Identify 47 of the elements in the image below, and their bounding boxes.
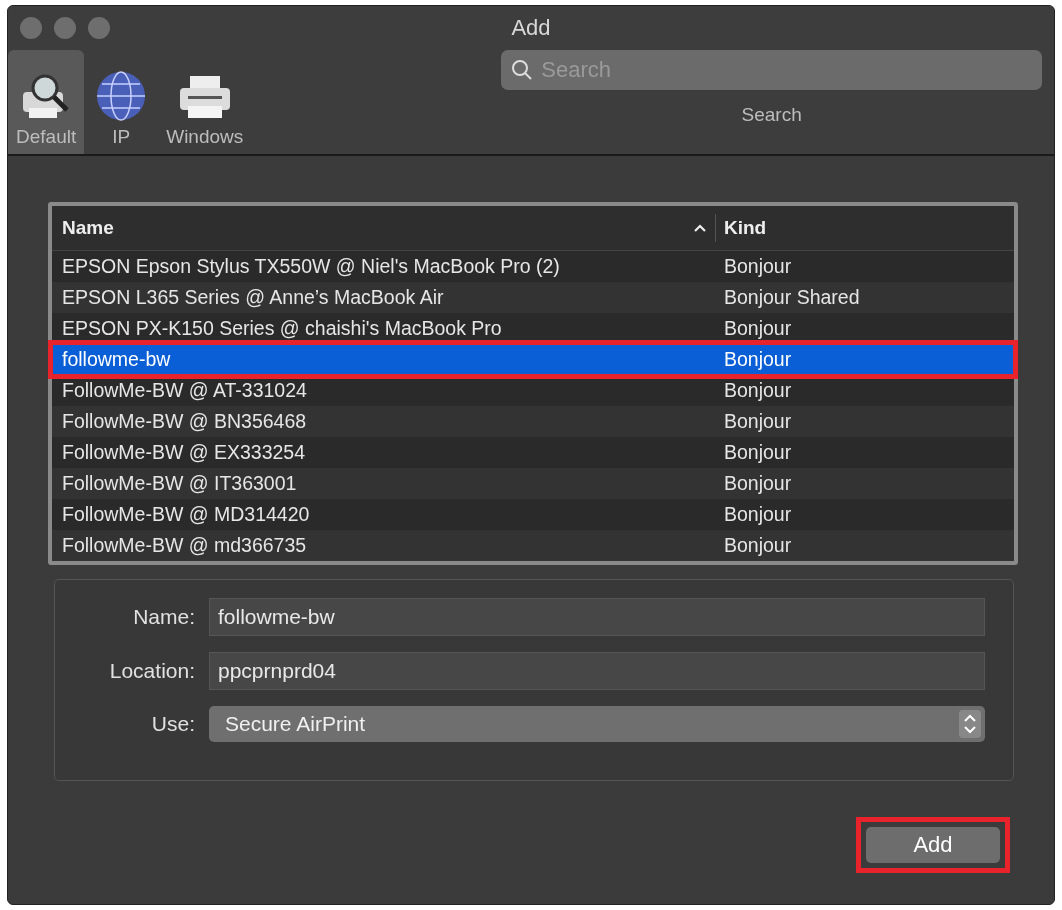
printer-name: FollowMe-BW @ EX333254	[61, 441, 307, 464]
printer-kind: Bonjour Shared	[723, 286, 861, 309]
search-label: Search	[741, 104, 802, 126]
printer-row[interactable]: FollowMe-BW @ EX333254 Bonjour	[52, 437, 1014, 468]
toolbar-tab[interactable]: IP	[84, 50, 159, 154]
printer-kind: Bonjour	[723, 317, 793, 340]
toolbar-tab[interactable]: Windows	[158, 50, 252, 154]
printer-kind: Bonjour	[723, 472, 793, 495]
printer-name: FollowMe-BW @ BN356468	[61, 410, 308, 433]
use-popup-button[interactable]: Secure AirPrint	[209, 706, 985, 742]
window-title: Add	[511, 15, 551, 40]
printer-row[interactable]: FollowMe-BW @ BN356468 Bonjour	[52, 406, 1014, 437]
input-field[interactable]: followme-bw	[209, 598, 985, 636]
printer-name: EPSON L365 Series @ Anne’s MacBook Air	[61, 286, 445, 309]
column-header[interactable]: Kind	[716, 217, 1014, 239]
printer-name: FollowMe-BW @ MD314420	[61, 503, 311, 526]
window-control-button[interactable]	[20, 17, 42, 39]
printer-kind: Bonjour	[723, 255, 793, 278]
printer-row[interactable]: FollowMe-BW @ md366735 Bonjour	[52, 530, 1014, 561]
stepper-chevrons-icon	[959, 710, 981, 738]
toolbar-tab[interactable]: Default	[8, 50, 85, 154]
printer-row[interactable]: EPSON Epson Stylus TX550W @ Niel's MacBook Pro (2) Bonjour	[52, 251, 1014, 282]
printer-kind: Bonjour	[723, 441, 793, 464]
window-control-button[interactable]	[88, 17, 110, 39]
printer-name: FollowMe-BW @ IT363001	[61, 472, 298, 495]
field-label: Location:	[108, 659, 195, 683]
printer-row[interactable]: EPSON L365 Series @ Anne’s MacBook Air Bonjour Shared	[52, 282, 1014, 313]
printer-kind: Bonjour	[723, 503, 793, 526]
printer-kind: Bonjour	[723, 410, 793, 433]
printer-row[interactable]: FollowMe-BW @ MD314420 Bonjour	[52, 499, 1014, 530]
column-header[interactable]: Name	[52, 214, 716, 242]
printer-row[interactable]: FollowMe-BW @ IT363001 Bonjour	[52, 468, 1014, 499]
window-control-button[interactable]	[54, 17, 76, 39]
printer-name: followme-bw	[61, 348, 172, 371]
field-label: Name:	[132, 605, 195, 629]
printer-kind: Bonjour	[723, 534, 793, 557]
printer-row[interactable]: EPSON PX-K150 Series @ chaishi's MacBook Pro Bonjour	[52, 313, 1014, 344]
printer-row[interactable]: FollowMe-BW @ AT-331024 Bonjour	[52, 375, 1014, 406]
field-label: Use:	[150, 712, 195, 736]
printer-name: EPSON PX-K150 Series @ chaishi's MacBook Pro	[61, 317, 503, 340]
printer-kind: Bonjour	[723, 348, 793, 371]
printer-name: EPSON Epson Stylus TX550W @ Niel's MacBook Pro (2)	[61, 255, 561, 278]
printer-name: FollowMe-BW @ AT-331024	[61, 379, 308, 402]
add-button[interactable]: Add	[866, 827, 1000, 863]
printer-name: FollowMe-BW @ md366735	[61, 534, 308, 557]
input-field[interactable]: ppcprnprd04	[209, 652, 985, 690]
printer-kind: Bonjour	[723, 379, 793, 402]
